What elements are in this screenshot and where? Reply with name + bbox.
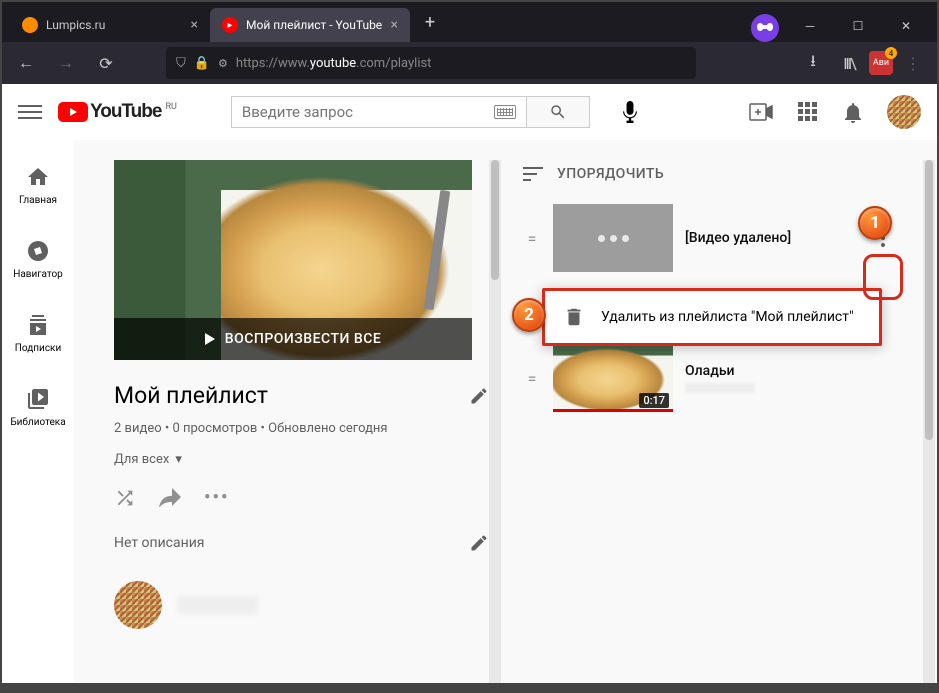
video-thumbnail[interactable]: 0:17	[553, 344, 673, 412]
extension-badge[interactable]: Ави	[869, 51, 893, 75]
playlist-hero-thumbnail[interactable]: ВОСПРОИЗВЕСТИ ВСЕ	[114, 160, 472, 360]
annotation-marker-1: 1	[858, 206, 892, 240]
settings-icon[interactable]: ⚙	[218, 57, 228, 70]
playlist-video-row[interactable]: = 0:17 Оладьи	[523, 338, 905, 418]
hamburger-menu-button[interactable]	[18, 105, 42, 119]
browser-tab-lumpics[interactable]: Lumpics.ru ×	[10, 8, 210, 42]
sidebar-item-home[interactable]: Главная	[2, 148, 74, 222]
shuffle-button[interactable]	[114, 487, 136, 509]
sidebar-item-subscriptions[interactable]: Подписки	[2, 296, 74, 370]
create-button[interactable]	[749, 100, 773, 124]
playlist-meta: 2 видео • 0 просмотров • Обновлено сегод…	[114, 421, 489, 436]
keyboard-icon[interactable]	[494, 105, 516, 119]
annotation-highlight-ring	[863, 254, 903, 300]
back-button[interactable]: ←	[10, 47, 42, 79]
video-thumbnail-deleted[interactable]	[553, 204, 673, 272]
video-channel	[685, 383, 755, 393]
more-actions-button[interactable]: •••	[204, 487, 229, 509]
youtube-header: YouTube RU	[2, 84, 937, 140]
sort-button[interactable]: УПОРЯДОЧИТЬ	[523, 166, 905, 182]
close-window-button[interactable]: ✕	[883, 10, 929, 42]
favicon-lumpics	[22, 17, 38, 33]
forward-button[interactable]: →	[50, 47, 82, 79]
browser-tab-youtube[interactable]: ▸ Мой плейлист - YouTube ×	[210, 8, 410, 42]
new-tab-button[interactable]: +	[416, 8, 444, 36]
annotation-marker-2: 2	[512, 298, 546, 332]
voice-search-button[interactable]	[618, 100, 642, 124]
drag-handle-icon[interactable]: =	[523, 369, 541, 388]
maximize-button[interactable]: ☐	[835, 10, 881, 42]
minimize-button[interactable]: ─	[787, 10, 833, 42]
youtube-play-icon	[58, 102, 88, 122]
avatar[interactable]	[887, 95, 921, 129]
privacy-dropdown[interactable]: Для всех ▾	[114, 452, 489, 467]
reload-button[interactable]: ⟳	[90, 47, 122, 79]
scrollbar-right[interactable]	[923, 160, 935, 691]
browser-tab-strip: Lumpics.ru × ▸ Мой плейлист - YouTube × …	[2, 2, 937, 42]
region-label: RU	[165, 102, 176, 112]
sidebar-item-library[interactable]: Библиотека	[2, 370, 74, 444]
apps-button[interactable]	[795, 100, 819, 124]
playlist-info-column: ВОСПРОИЗВЕСТИ ВСЕ Мой плейлист 2 видео •…	[114, 160, 489, 691]
private-mode-icon[interactable]	[751, 14, 779, 42]
lock-icon[interactable]: 🔒	[194, 56, 210, 71]
chevron-down-icon: ▾	[175, 452, 182, 467]
tab-label: Мой плейлист - YouTube	[246, 18, 382, 32]
youtube-wordmark: YouTube	[90, 101, 161, 123]
url-text: https://www.youtube.com/playlist	[236, 56, 432, 71]
sidebar-item-explore[interactable]: Навигатор	[2, 222, 74, 296]
remove-from-playlist-item[interactable]: Удалить из плейлиста "Мой плейлист"	[545, 295, 879, 339]
favicon-youtube: ▸	[222, 17, 238, 33]
shield-icon[interactable]: ⛉	[176, 56, 186, 71]
browser-toolbar: ← → ⟳ ⛉ 🔒 ⚙ https://www.youtube.com/play…	[2, 42, 937, 84]
search-input[interactable]	[242, 103, 494, 121]
youtube-sidebar: Главная Навигатор Подписки Библиотека	[2, 140, 74, 691]
playlist-title: Мой плейлист	[114, 382, 469, 409]
notifications-button[interactable]	[841, 100, 865, 124]
close-icon[interactable]: ×	[191, 17, 198, 33]
overflow-menu-button[interactable]: ⋮	[897, 47, 929, 79]
close-icon[interactable]: ×	[391, 17, 398, 33]
edit-title-button[interactable]	[469, 386, 489, 406]
drag-handle-icon[interactable]: =	[523, 229, 541, 248]
video-title: Оладьи	[685, 363, 905, 379]
library-button[interactable]: III\	[833, 47, 865, 79]
playlist-video-row[interactable]: = [Видео удалено]	[523, 198, 905, 278]
frame-border	[2, 683, 937, 691]
page-body: Главная Навигатор Подписки Библиотека ВО…	[2, 140, 937, 691]
scrollbar-left[interactable]	[489, 160, 501, 691]
search-input-wrap[interactable]	[231, 96, 526, 128]
playlist-description: Нет описания	[114, 535, 469, 551]
share-button[interactable]	[158, 487, 182, 509]
search-button[interactable]	[526, 96, 590, 128]
play-all-overlay[interactable]: ВОСПРОИЗВЕСТИ ВСЕ	[114, 318, 472, 360]
youtube-logo[interactable]: YouTube RU	[58, 101, 177, 123]
edit-description-button[interactable]	[469, 533, 489, 553]
tab-label: Lumpics.ru	[46, 18, 105, 32]
download-button[interactable]: ⭳	[797, 47, 829, 79]
context-menu: Удалить из плейлиста "Мой плейлист"	[542, 288, 882, 346]
owner-avatar[interactable]	[114, 581, 162, 629]
owner-name[interactable]	[178, 596, 258, 614]
address-bar[interactable]: ⛉ 🔒 ⚙ https://www.youtube.com/playlist	[166, 47, 696, 79]
playlist-videos-column: УПОРЯДОЧИТЬ = [Видео удалено] =	[503, 160, 915, 691]
duration-badge: 0:17	[639, 393, 669, 408]
